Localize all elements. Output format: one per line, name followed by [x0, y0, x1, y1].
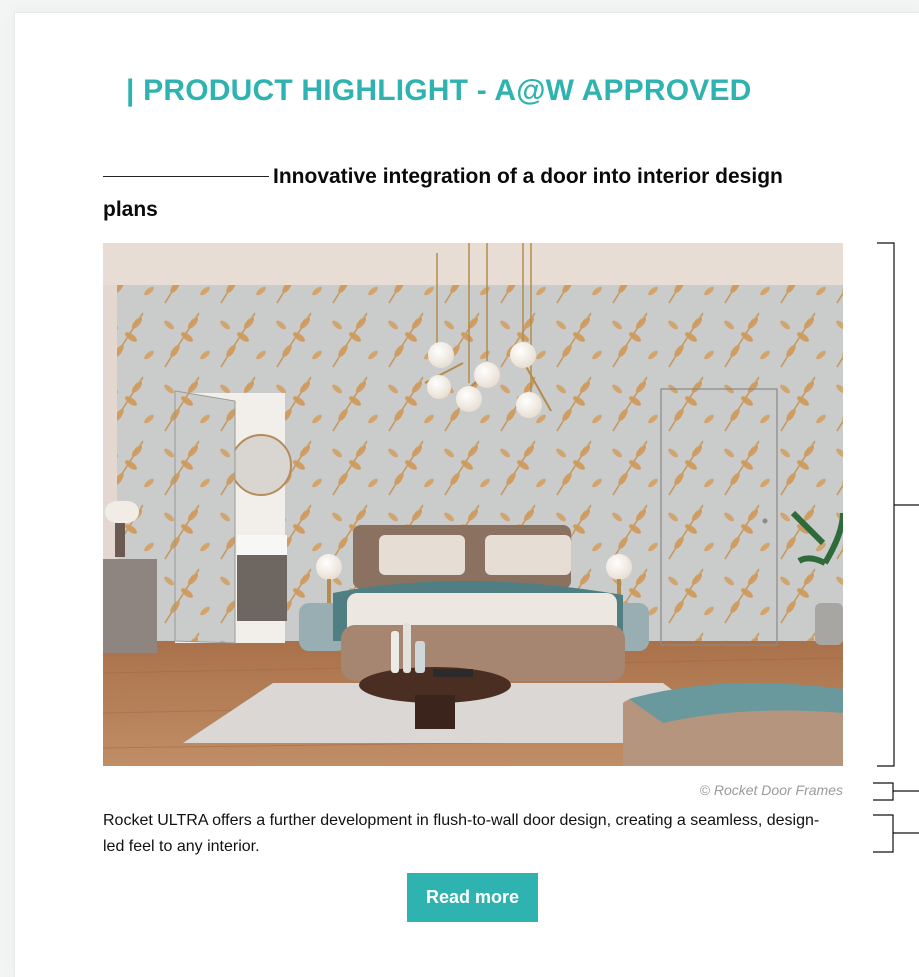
bedroom-illustration: [103, 243, 843, 766]
product-description: Rocket ULTRA offers a further developmen…: [103, 812, 820, 855]
product-hero-image[interactable]: [103, 243, 843, 766]
product-subtitle: Innovative integration of a door into in…: [103, 160, 803, 226]
subtitle-text: Innovative integration of a door into in…: [103, 165, 783, 221]
read-more-button[interactable]: Read more: [407, 873, 538, 922]
section-heading: | PRODUCT HIGHLIGHT - A@W APPROVED: [126, 74, 752, 107]
image-credit: © Rocket Door Frames: [699, 782, 843, 798]
subtitle-rule: [103, 175, 269, 177]
